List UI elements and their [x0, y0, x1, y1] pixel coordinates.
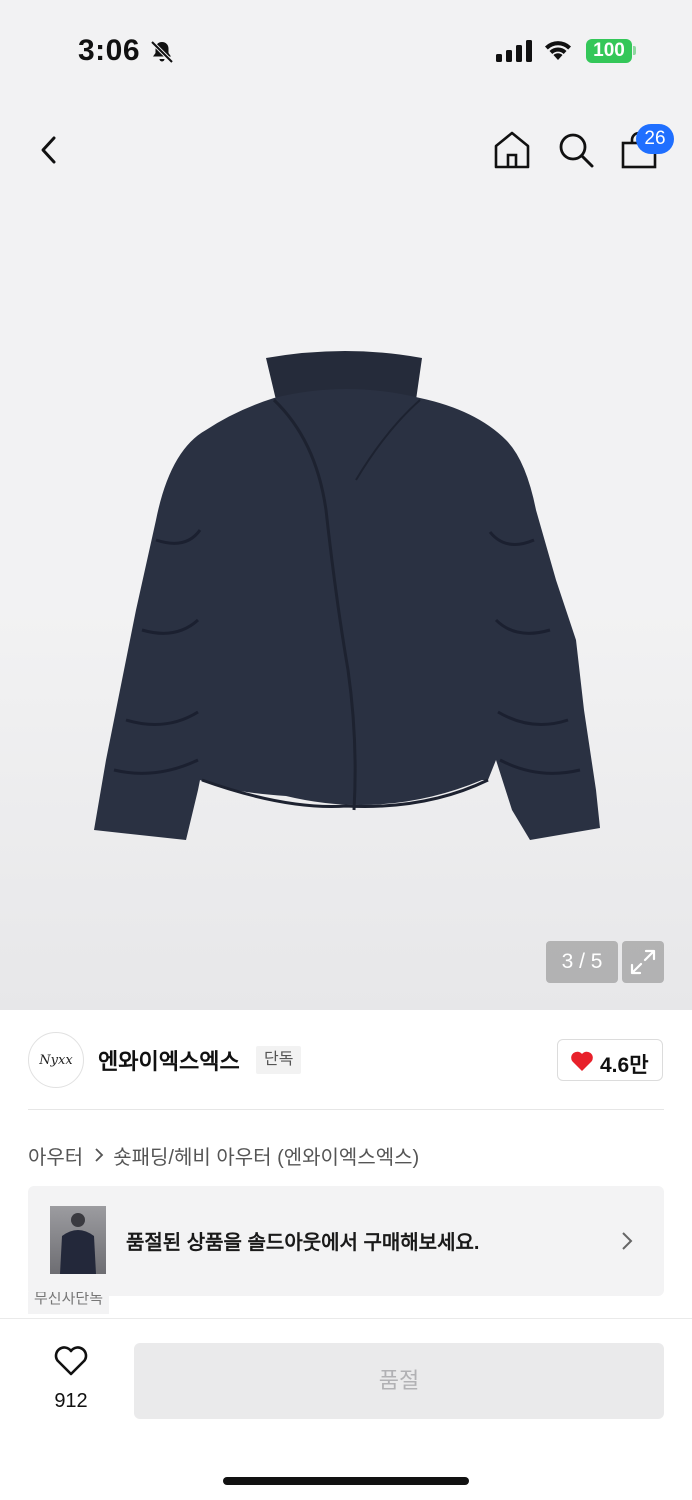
home-icon[interactable] [490, 128, 534, 172]
promo-tag: 무신사단독 [28, 1292, 110, 1314]
chevron-right-icon [95, 1148, 104, 1162]
status-time: 3:06 [78, 34, 141, 67]
product-image-jacket[interactable] [86, 340, 606, 850]
divider [28, 1109, 664, 1110]
cart-count-badge: 26 [636, 124, 674, 154]
breadcrumb: 아우터 숏패딩/헤비 아우터 (엔와이엑스엑스) [28, 1140, 419, 1170]
bottom-action-bar: 912 품절 [0, 1318, 692, 1500]
wifi-icon [545, 41, 571, 60]
brand-name[interactable]: 엔와이엑스엑스 [98, 1044, 240, 1076]
exclusive-badge: 단독 [256, 1046, 302, 1074]
silent-bell-icon [150, 40, 174, 64]
search-icon[interactable] [554, 128, 598, 172]
heart-icon [571, 1051, 593, 1071]
heart-outline-icon [54, 1346, 88, 1376]
top-nav: 26 [0, 110, 692, 190]
status-bar: 3:06 100 [0, 0, 692, 100]
image-counter: 3 / 5 [546, 941, 618, 983]
wishlist-count: 912 [54, 1390, 88, 1412]
soldout-banner[interactable]: 품절된 상품을 솔드아웃에서 구매해보세요. [28, 1186, 664, 1296]
brand-like-button[interactable]: 4.6만 [557, 1039, 663, 1081]
signal-icon [496, 40, 532, 62]
battery-indicator: 100 [586, 39, 632, 63]
brand-row[interactable]: Nyxx 엔와이엑스엑스 단독 4.6만 [0, 1030, 692, 1094]
expand-icon [630, 949, 656, 975]
back-icon[interactable] [34, 132, 66, 168]
breadcrumb-subcategory[interactable]: 숏패딩/헤비 아우터 (엔와이엑스엑스) [113, 1141, 419, 1170]
expand-button[interactable] [622, 941, 664, 983]
soldout-banner-text: 품절된 상품을 솔드아웃에서 구매해보세요. [126, 1232, 480, 1254]
soldout-thumbnail [50, 1206, 106, 1274]
battery-tip [633, 46, 636, 55]
chevron-right-icon [622, 1232, 633, 1250]
brand-like-count: 4.6만 [600, 1054, 649, 1077]
brand-logo[interactable]: Nyxx [28, 1032, 84, 1088]
breadcrumb-category[interactable]: 아우터 [28, 1141, 83, 1170]
product-gallery[interactable]: 3:06 100 26 3 / 5 [0, 0, 692, 1010]
wishlist-button[interactable]: 912 [40, 1345, 102, 1415]
soldout-button[interactable]: 품절 [134, 1343, 664, 1419]
home-indicator [223, 1477, 469, 1485]
